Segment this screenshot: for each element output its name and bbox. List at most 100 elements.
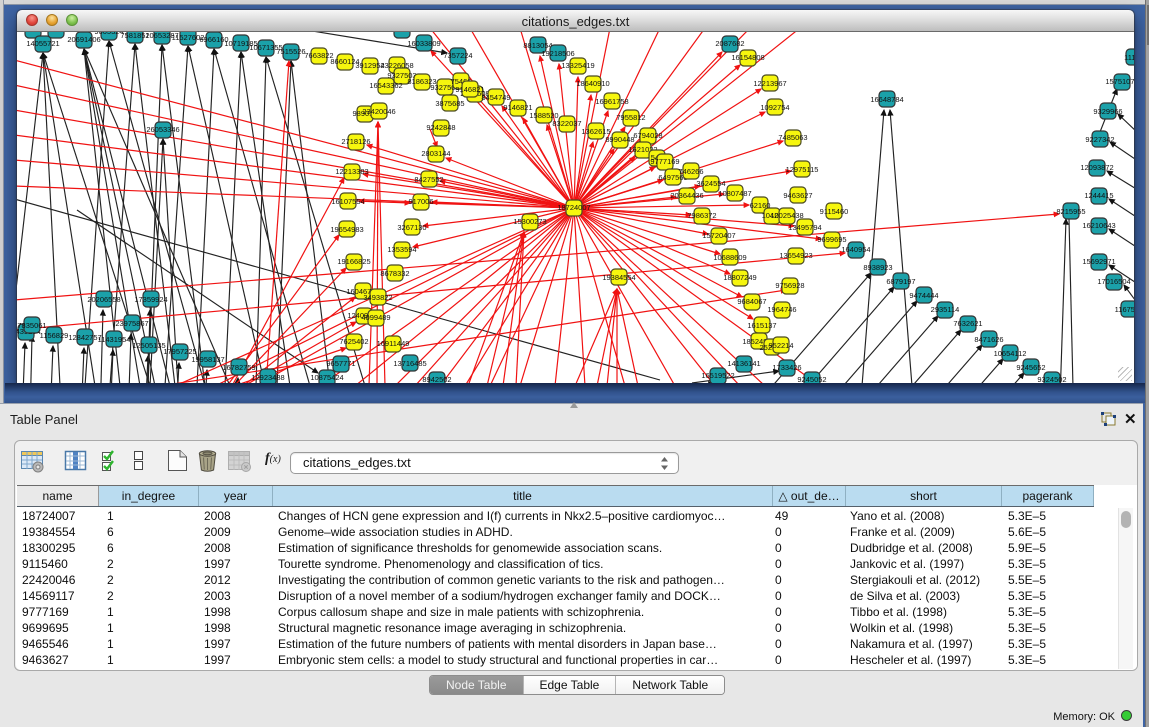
- svg-text:9324502: 9324502: [1037, 375, 1066, 383]
- svg-text:18724007: 18724007: [557, 203, 590, 212]
- svg-text:15692971: 15692971: [1082, 257, 1115, 266]
- svg-text:17359924: 17359924: [134, 295, 167, 304]
- svg-text:1615137: 1615137: [747, 321, 776, 330]
- svg-text:12213383: 12213383: [335, 167, 368, 176]
- svg-text:1156829: 1156829: [40, 331, 69, 340]
- svg-text:9474444: 9474444: [909, 291, 938, 300]
- svg-text:15720407: 15720407: [702, 231, 735, 240]
- svg-text:23420046: 23420046: [362, 107, 395, 116]
- svg-text:2087682: 2087682: [715, 39, 744, 48]
- svg-text:10875424: 10875424: [310, 373, 343, 382]
- svg-text:1640954: 1640954: [841, 245, 870, 254]
- svg-text:6879197: 6879197: [886, 277, 915, 286]
- svg-text:8427552: 8427552: [414, 175, 443, 184]
- svg-text:7663822: 7663822: [304, 51, 333, 60]
- svg-text:19384554: 19384554: [602, 273, 635, 282]
- svg-text:23975867: 23975867: [115, 319, 148, 328]
- svg-text:8942502: 8942502: [422, 375, 451, 383]
- svg-text:11172: 11172: [1124, 53, 1134, 62]
- svg-text:8454749: 8454749: [481, 93, 510, 102]
- svg-text:7955812: 7955812: [616, 113, 645, 122]
- svg-text:3267130: 3267130: [397, 223, 426, 232]
- svg-text:7986372: 7986372: [687, 211, 716, 220]
- svg-text:746266: 746266: [678, 167, 703, 176]
- svg-text:1244415: 1244415: [1084, 191, 1113, 200]
- svg-text:15751074: 15751074: [1105, 77, 1134, 86]
- svg-text:17016504: 17016504: [1097, 277, 1130, 286]
- svg-text:12213967: 12213967: [753, 79, 786, 88]
- svg-text:9657771: 9657771: [326, 359, 355, 368]
- svg-text:14055721: 14055721: [26, 39, 59, 48]
- svg-text:7632621: 7632621: [953, 319, 982, 328]
- svg-text:9115460: 9115460: [820, 207, 849, 216]
- svg-text:11431954: 11431954: [98, 335, 131, 344]
- svg-text:12975115: 12975115: [786, 165, 819, 174]
- svg-text:16937547: 16937547: [385, 32, 418, 34]
- svg-text:20691406: 20691406: [67, 35, 100, 44]
- svg-text:9227342: 9227342: [1085, 135, 1114, 144]
- svg-text:1733426: 1733426: [772, 363, 801, 372]
- svg-text:13716485: 13716485: [393, 359, 426, 368]
- svg-text:7515526: 7515526: [276, 47, 305, 56]
- svg-text:9329966: 9329966: [1093, 107, 1122, 116]
- svg-text:12505135: 12505135: [132, 341, 165, 350]
- svg-text:19166825: 19166825: [337, 257, 370, 266]
- svg-text:6794028: 6794028: [633, 131, 662, 140]
- svg-text:18640910: 18640910: [576, 79, 609, 88]
- svg-text:8938923: 8938923: [863, 263, 892, 272]
- svg-text:7835061: 7835061: [17, 321, 46, 330]
- svg-text:16543362: 16543362: [369, 81, 402, 90]
- svg-text:16782759: 16782759: [222, 363, 255, 372]
- svg-text:8215955: 8215955: [1056, 207, 1085, 216]
- svg-text:14136141: 14136141: [727, 359, 760, 368]
- svg-text:15300273: 15300273: [513, 217, 546, 226]
- svg-text:917006: 917006: [408, 197, 433, 206]
- svg-text:3875685: 3875685: [435, 99, 464, 108]
- svg-text:16107554: 16107554: [331, 197, 364, 206]
- svg-text:7625402: 7625402: [339, 337, 368, 346]
- svg-text:16519522: 16519522: [701, 371, 734, 380]
- svg-text:16033809: 16033809: [407, 39, 440, 48]
- svg-text:12093872: 12093872: [1080, 163, 1113, 172]
- svg-text:20364436: 20364436: [670, 191, 703, 200]
- svg-text:8471626: 8471626: [974, 335, 1003, 344]
- svg-text:9756928: 9756928: [775, 281, 804, 290]
- svg-text:9699695: 9699695: [817, 235, 846, 244]
- svg-text:16911449: 16911449: [377, 339, 410, 348]
- svg-text:10025438: 10025438: [770, 211, 803, 220]
- svg-text:2803144: 2803144: [421, 149, 450, 158]
- svg-text:19654983: 19654983: [330, 225, 363, 234]
- svg-text:18807249: 18807249: [723, 273, 756, 282]
- svg-text:1860551: 1860551: [41, 32, 70, 34]
- svg-text:9605324: 9605324: [94, 32, 123, 36]
- svg-text:8678332: 8678332: [380, 269, 409, 278]
- svg-text:13325419: 13325419: [561, 61, 594, 70]
- svg-text:3624554: 3624554: [696, 179, 725, 188]
- svg-text:10654112: 10654112: [994, 349, 1027, 358]
- svg-text:9146821: 9146821: [503, 103, 532, 112]
- svg-text:2935114: 2935114: [931, 305, 960, 314]
- svg-text:1964746: 1964746: [767, 305, 796, 314]
- svg-text:1167533: 1167533: [1115, 305, 1134, 314]
- svg-text:10807487: 10807487: [718, 189, 751, 198]
- svg-text:1092754: 1092754: [760, 103, 789, 112]
- svg-text:16961758: 16961758: [595, 97, 628, 106]
- svg-text:13495794: 13495794: [788, 223, 821, 232]
- svg-text:16210643: 16210643: [1082, 221, 1115, 230]
- svg-text:19958137: 19958137: [191, 355, 224, 364]
- svg-text:952214: 952214: [768, 341, 793, 350]
- svg-text:9242848: 9242848: [426, 123, 455, 132]
- svg-text:8322037: 8322037: [552, 119, 581, 128]
- svg-text:4099489: 4099489: [361, 313, 390, 322]
- svg-text:3493822: 3493822: [363, 293, 392, 302]
- svg-text:13654923: 13654923: [779, 251, 812, 260]
- svg-text:9245052: 9245052: [797, 375, 826, 383]
- svg-text:7485063: 7485063: [778, 133, 807, 142]
- svg-text:9245652: 9245652: [1016, 363, 1045, 372]
- svg-text:16648784: 16648784: [870, 95, 903, 104]
- svg-text:16154808: 16154808: [731, 53, 764, 62]
- svg-text:2718126: 2718126: [341, 137, 370, 146]
- svg-text:10688609: 10688609: [713, 253, 746, 262]
- svg-text:1353594: 1353594: [387, 245, 416, 254]
- svg-text:9463627: 9463627: [783, 191, 812, 200]
